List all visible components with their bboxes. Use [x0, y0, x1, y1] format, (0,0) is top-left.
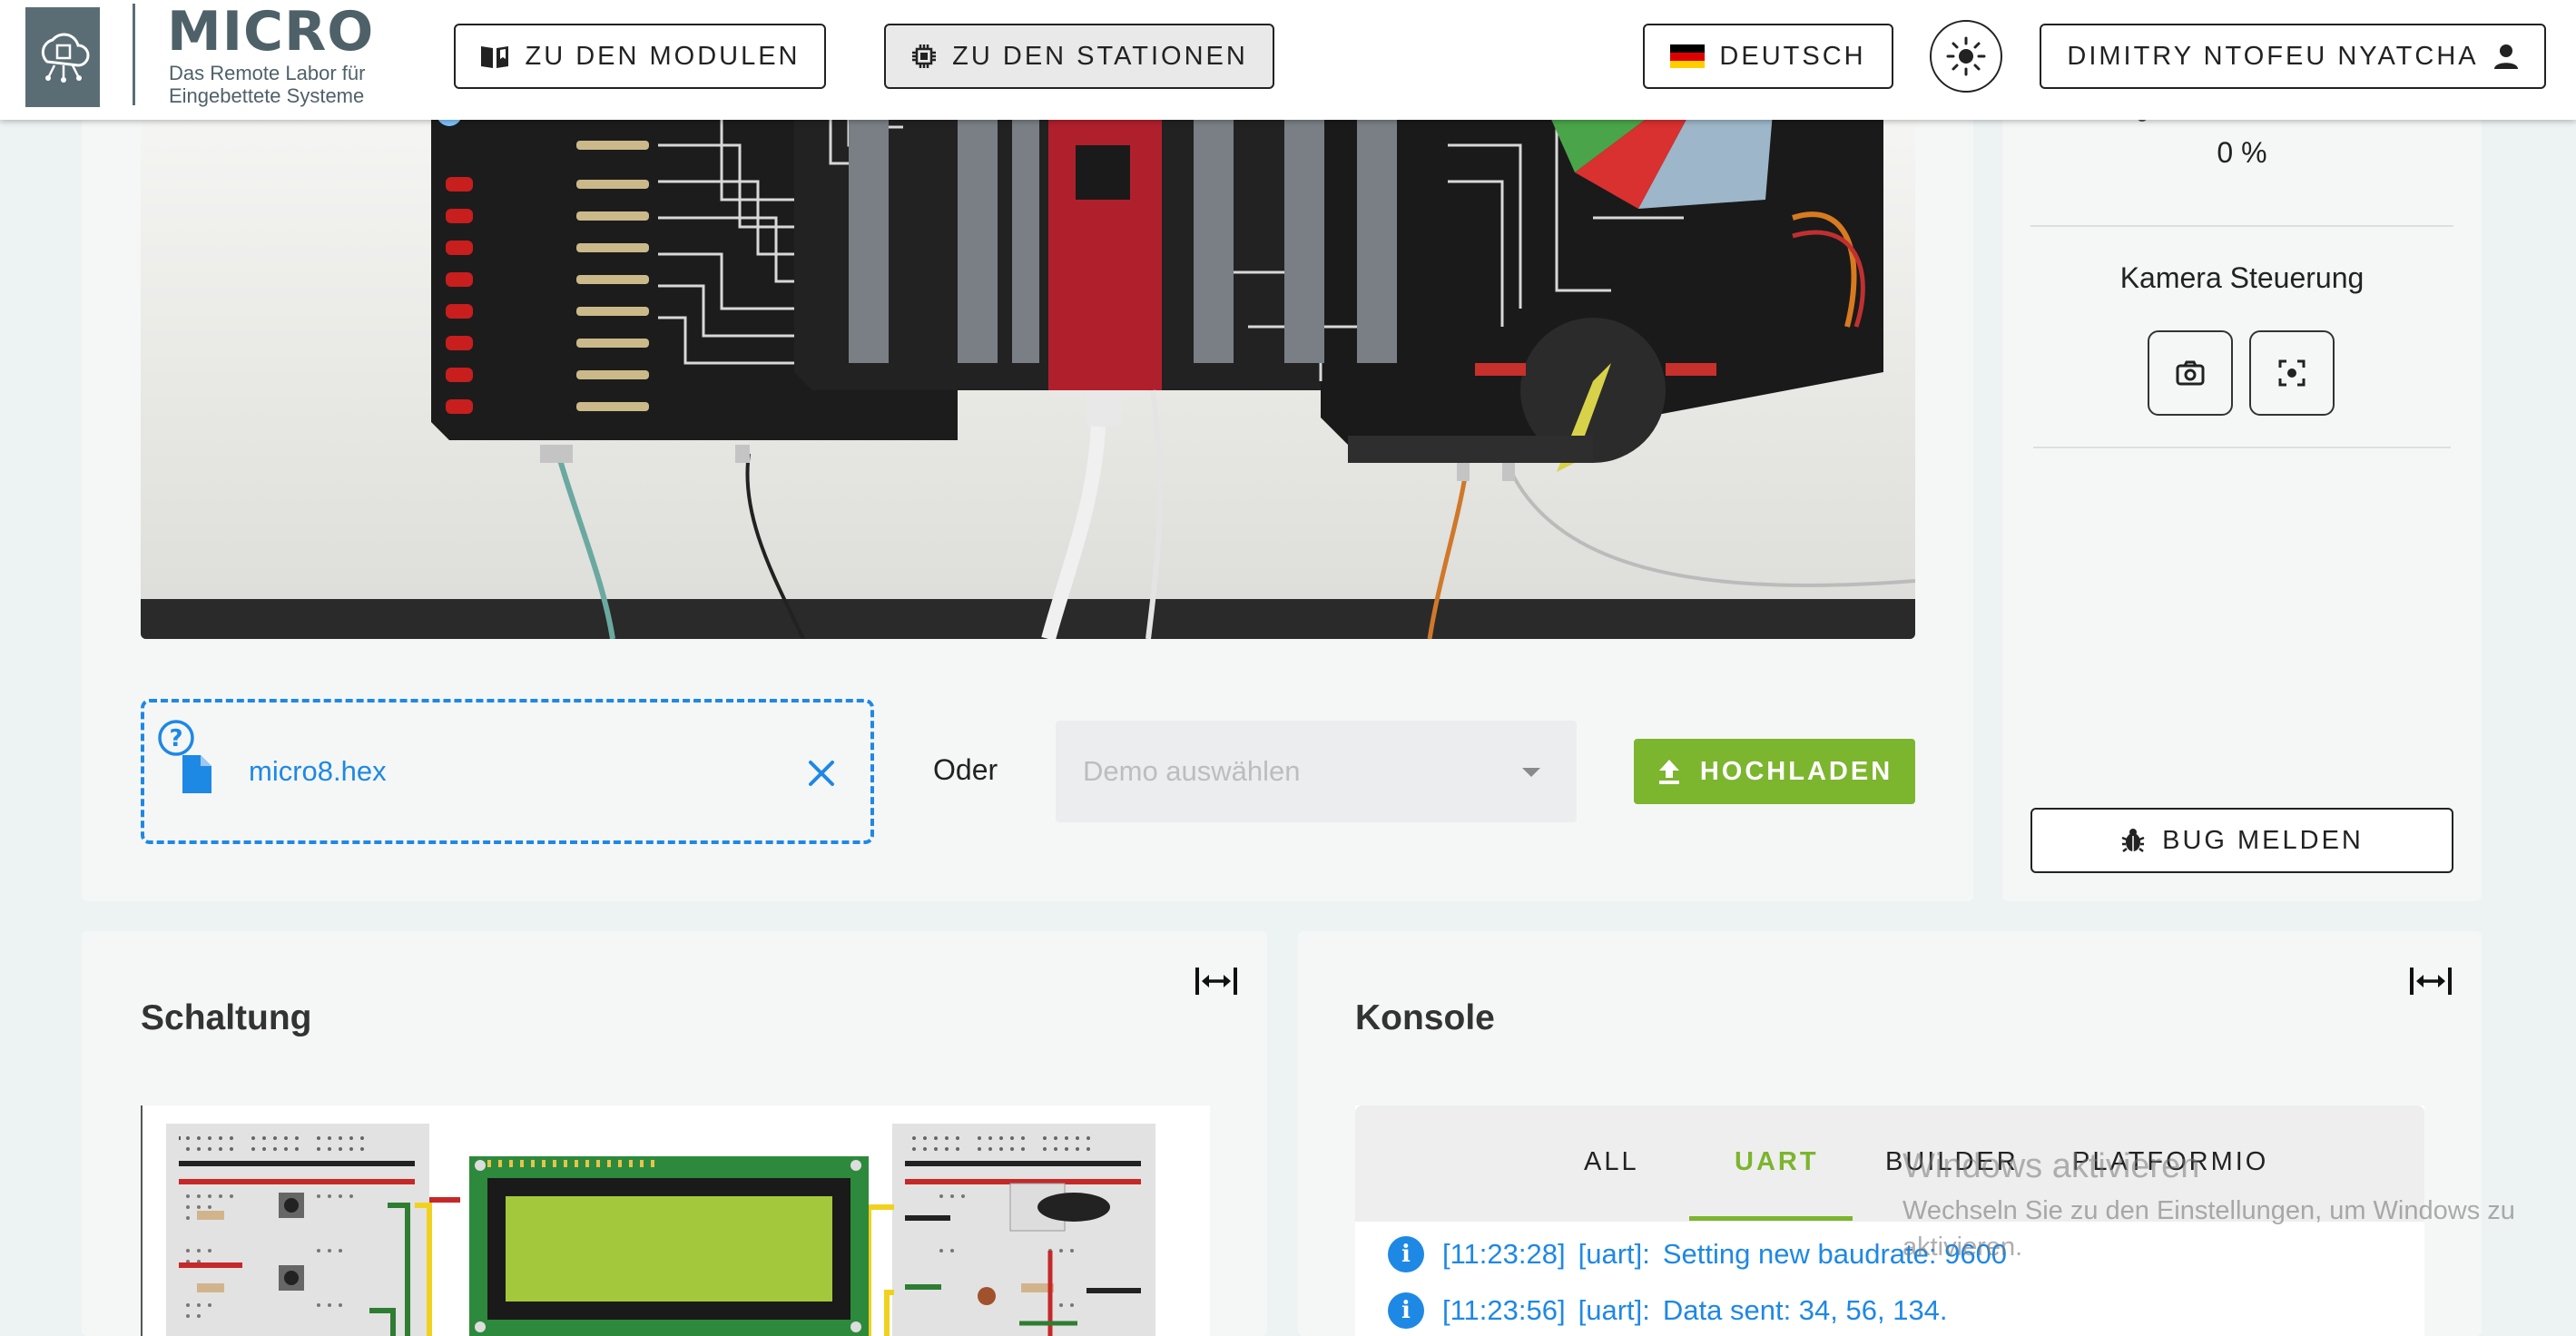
info-icon: i — [1388, 1292, 1424, 1329]
upload-icon — [1658, 760, 1679, 784]
upload-button[interactable]: HOCHLADEN — [1634, 739, 1915, 804]
demo-select[interactable]: Demo auswählen — [1056, 721, 1577, 822]
person-icon — [2493, 44, 2518, 69]
console-title: Konsole — [1355, 998, 1495, 1037]
dropdown-arrow-icon — [1522, 768, 1540, 777]
app-header: MICRO Das Remote Labor für Eingebettete … — [0, 0, 2576, 120]
side-panel — [2002, 91, 2482, 901]
modules-label: ZU DEN MODULEN — [525, 41, 801, 71]
upload-label: HOCHLADEN — [1699, 756, 1893, 786]
stations-label: ZU DEN STATIONEN — [952, 41, 1248, 71]
expand-width-icon[interactable] — [1195, 964, 1238, 998]
info-icon: i — [1388, 1236, 1424, 1272]
log-time: [11:23:28] — [1442, 1238, 1566, 1270]
side-divider — [2033, 447, 2451, 448]
german-flag-icon — [1670, 44, 1706, 68]
log-source: [uart]: — [1578, 1294, 1650, 1326]
focus-icon — [2278, 359, 2306, 387]
stations-button[interactable]: ZU DEN STATIONEN — [884, 24, 1274, 89]
camera-control-title: Kamera Steuerung — [2119, 261, 2365, 294]
bug-icon — [2121, 829, 2145, 852]
log-message: Data sent: 34, 56, 134. — [1662, 1294, 1948, 1326]
circuit-title: Schaltung — [141, 998, 312, 1037]
file-name: micro8.hex — [249, 755, 387, 787]
book-icon — [481, 46, 509, 68]
logo-title[interactable]: MICRO — [167, 0, 374, 64]
focus-button[interactable] — [2249, 330, 2335, 416]
circuit-diagram — [141, 1105, 1210, 1336]
sun-icon — [1946, 36, 1986, 76]
file-dropzone[interactable]: ? micro8.hex — [141, 699, 874, 844]
help-icon[interactable]: ? — [157, 719, 195, 757]
bug-label: BUG MELDEN — [2162, 825, 2364, 855]
file-icon — [182, 755, 211, 793]
log-time: [11:23:56] — [1442, 1294, 1566, 1326]
logo-icon[interactable] — [25, 7, 100, 107]
user-menu-button[interactable]: DIMITRY NTOFEU NYATCHA — [2040, 24, 2546, 89]
language-button[interactable]: DEUTSCH — [1643, 24, 1893, 89]
active-tab-indicator — [1689, 1216, 1853, 1221]
camera-stream — [141, 91, 1915, 639]
modules-button[interactable]: ZU DEN MODULEN — [454, 24, 826, 89]
user-name: DIMITRY NTOFEU NYATCHA — [2067, 41, 2479, 71]
expand-width-icon[interactable] — [2409, 964, 2453, 998]
report-bug-button[interactable]: BUG MELDEN — [2030, 808, 2453, 873]
logo-divider — [133, 4, 135, 105]
svg-text:?: ? — [169, 725, 182, 752]
camera-icon — [2176, 360, 2205, 386]
theme-toggle-button[interactable] — [1930, 20, 2002, 93]
progress-percent: 0 % — [2217, 136, 2267, 169]
close-icon[interactable] — [807, 759, 836, 788]
logo-subtitle: Das Remote Labor für Eingebettete System… — [169, 62, 366, 107]
side-divider — [2030, 225, 2453, 227]
log-source: [uart]: — [1578, 1238, 1650, 1270]
windows-watermark-title: Windows aktivieren — [1903, 1147, 2200, 1185]
log-entry: i [11:23:56] [uart]: Data sent: 34, 56, … — [1388, 1292, 1948, 1329]
or-label: Oder — [933, 753, 998, 786]
windows-watermark-subtitle: Wechseln Sie zu den Einstellungen, um Wi… — [1903, 1196, 2515, 1262]
language-label: DEUTSCH — [1719, 41, 1866, 71]
screenshot-button[interactable] — [2148, 330, 2233, 416]
chip-icon — [912, 44, 937, 68]
demo-placeholder: Demo auswählen — [1083, 755, 1301, 787]
tab-all[interactable]: ALL — [1584, 1147, 1639, 1177]
tab-uart[interactable]: UART — [1735, 1147, 1819, 1177]
